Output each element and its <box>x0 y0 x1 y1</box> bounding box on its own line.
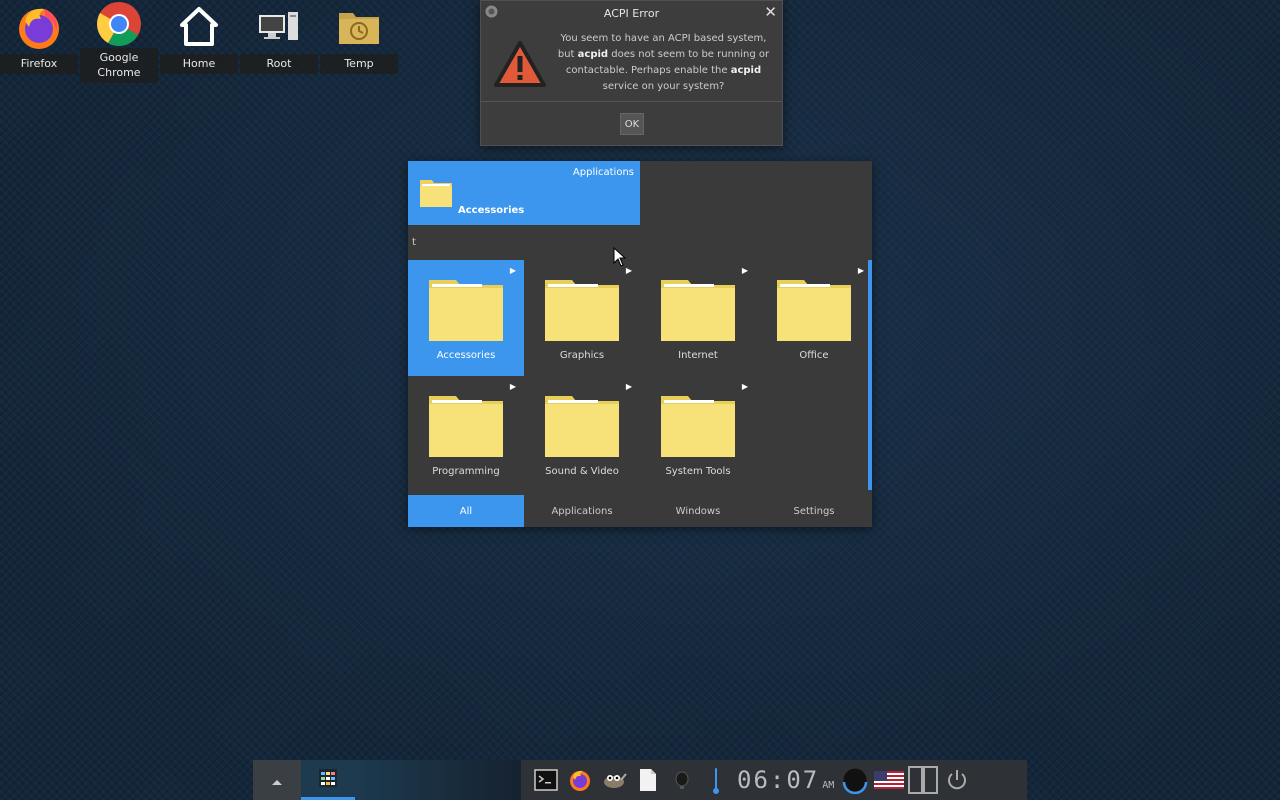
folder-icon <box>544 392 620 462</box>
system-tray: 06:07 AM <box>521 760 1027 800</box>
desktop-icon-root[interactable]: Root <box>240 0 318 74</box>
ok-button[interactable]: OK <box>620 113 644 135</box>
menu-header: Applications Accessories <box>408 161 640 225</box>
tab-windows[interactable]: Windows <box>640 495 756 527</box>
power-icon[interactable] <box>940 760 974 800</box>
selected-category-name: Accessories <box>458 205 525 216</box>
folder-icon <box>660 276 736 346</box>
category-office[interactable]: ▶ Office <box>756 260 872 376</box>
folder-icon <box>776 276 852 346</box>
terminal-icon[interactable] <box>529 760 563 800</box>
breadcrumb-applications[interactable]: Applications <box>573 167 634 178</box>
menu-scrollbar[interactable] <box>868 260 872 490</box>
category-label: Programming <box>432 466 500 477</box>
category-label: System Tools <box>665 466 731 477</box>
desktop-icon-label: Home <box>160 54 238 74</box>
category-internet[interactable]: ▶ Internet <box>640 260 756 376</box>
notification-icon[interactable] <box>665 760 699 800</box>
desktop-icon-temp[interactable]: Temp <box>320 0 398 74</box>
close-icon[interactable]: ✕ <box>764 3 777 21</box>
category-label: Office <box>799 350 829 361</box>
tab-applications[interactable]: Applications <box>524 495 640 527</box>
document-icon[interactable] <box>631 760 665 800</box>
category-label: Accessories <box>436 350 496 361</box>
dialog-titlebar[interactable]: ACPI Error ✕ <box>481 1 782 25</box>
category-accessories[interactable]: ▶ Accessories <box>408 260 524 376</box>
menu-search-input[interactable] <box>408 225 872 259</box>
tab-all[interactable]: All <box>408 495 524 527</box>
category-label: Internet <box>678 350 718 361</box>
desktop-icon-label: Google Chrome <box>80 48 158 83</box>
tab-settings[interactable]: Settings <box>756 495 872 527</box>
folder-clock-icon <box>320 0 398 54</box>
taskbar-spacer <box>355 760 521 800</box>
dialog-title: ACPI Error <box>603 6 660 20</box>
volume-level-icon[interactable] <box>699 760 733 800</box>
show-panel-button[interactable] <box>253 760 301 800</box>
taskbar: 06:07 AM <box>253 760 1027 800</box>
app-grid-icon <box>317 767 339 793</box>
warning-icon <box>493 31 553 101</box>
chevron-right-icon: ▶ <box>625 382 632 391</box>
home-icon <box>160 0 238 54</box>
desktop-icon-home[interactable]: Home <box>160 0 238 74</box>
desktop-icon-label: Root <box>240 54 318 74</box>
chevron-right-icon: ▶ <box>857 266 864 275</box>
menu-tabs: All Applications Windows Settings <box>408 495 872 527</box>
clock-time: 06:07 <box>737 766 820 794</box>
desktop-icon-label: Temp <box>320 54 398 74</box>
application-menu: Applications Accessories ▶ Accessories ▶… <box>408 161 872 527</box>
chevron-right-icon: ▶ <box>509 266 516 275</box>
folder-icon <box>428 392 504 462</box>
folder-icon <box>544 276 620 346</box>
category-graphics[interactable]: ▶ Graphics <box>524 260 640 376</box>
acpi-error-dialog: ACPI Error ✕ You seem to have an ACPI ba… <box>480 0 783 146</box>
category-programming[interactable]: ▶ Programming <box>408 376 524 492</box>
desktop-icon-chrome[interactable]: Google Chrome <box>80 0 158 83</box>
firefox-icon[interactable] <box>563 760 597 800</box>
desktop-icon-label: Firefox <box>0 54 78 74</box>
dialog-message: You seem to have an ACPI based system, b… <box>557 33 770 92</box>
desktop-icon-firefox[interactable]: Firefox <box>0 0 78 74</box>
category-label: Sound & Video <box>545 466 619 477</box>
firefox-icon <box>0 0 78 54</box>
chevron-right-icon: ▶ <box>509 382 516 391</box>
chevron-right-icon: ▶ <box>741 266 748 275</box>
computer-icon <box>240 0 318 54</box>
app-icon <box>485 5 498 21</box>
category-sound-video[interactable]: ▶ Sound & Video <box>524 376 640 492</box>
clock[interactable]: 06:07 AM <box>733 766 838 794</box>
folder-icon <box>419 178 453 212</box>
us-flag-keyboard-icon[interactable] <box>872 760 906 800</box>
category-label: Graphics <box>559 350 605 361</box>
taskbar-item-app-menu[interactable] <box>301 760 355 800</box>
clock-ampm: AM <box>822 780 835 791</box>
chevron-right-icon: ▶ <box>741 382 748 391</box>
category-system-tools[interactable]: ▶ System Tools <box>640 376 756 492</box>
workspace-switcher-icon[interactable] <box>906 760 940 800</box>
chevron-up-icon <box>271 771 283 790</box>
folder-icon <box>428 276 504 346</box>
gimp-icon[interactable] <box>597 760 631 800</box>
mouse-cursor-icon <box>613 246 627 271</box>
chrome-icon <box>80 0 158 48</box>
folder-icon <box>660 392 736 462</box>
network-icon[interactable] <box>838 760 872 800</box>
dialog-separator <box>481 101 782 102</box>
